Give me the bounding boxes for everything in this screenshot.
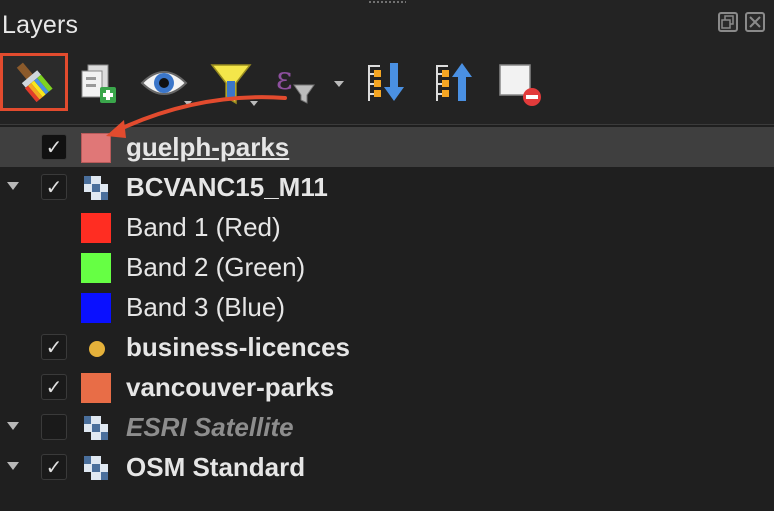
layer-row-esri-satellite[interactable]: ESRI Satellite: [0, 407, 774, 447]
filter-by-expression-button[interactable]: ε: [272, 55, 352, 113]
open-layer-styling-button[interactable]: [0, 53, 68, 111]
collapse-arrow-icon[interactable]: [7, 422, 19, 430]
manage-map-themes-button[interactable]: [138, 55, 196, 113]
layer-visibility-checkbox[interactable]: ✓: [41, 334, 67, 360]
add-group-icon: [81, 64, 116, 103]
close-panel-button[interactable]: [745, 12, 765, 32]
layers-panel: Layers ε ✓ guelph-parks ✓ BCVANC15_M11 B…: [0, 0, 774, 511]
svg-text:ε: ε: [276, 59, 293, 97]
raster-layer-icon: [82, 454, 110, 482]
dock-drag-handle[interactable]: [368, 0, 406, 4]
expand-all-button[interactable]: [362, 55, 414, 113]
raster-layer-icon: [82, 174, 110, 202]
band-color-swatch: [81, 213, 111, 243]
collapse-arrow-icon[interactable]: [7, 182, 19, 190]
band-row-red: Band 1 (Red): [0, 207, 774, 247]
layer-row-bcvanc15-m11[interactable]: ✓ BCVANC15_M11: [0, 167, 774, 207]
layer-visibility-checkbox[interactable]: ✓: [41, 374, 67, 400]
layer-row-osm-standard[interactable]: ✓ OSM Standard: [0, 447, 774, 487]
collapse-all-icon: [436, 63, 472, 101]
expand-all-icon: [368, 63, 404, 101]
layer-name: business-licences: [126, 332, 350, 362]
layer-visibility-checkbox[interactable]: ✓: [41, 134, 67, 160]
add-group-button[interactable]: [76, 55, 124, 113]
float-panel-button[interactable]: [718, 12, 738, 32]
layers-toolbar: ε: [0, 50, 774, 122]
layer-name: vancouver-parks: [126, 372, 335, 402]
layer-name: ESRI Satellite: [126, 412, 294, 442]
close-icon: [749, 16, 761, 28]
band-row-green: Band 2 (Green): [0, 247, 774, 287]
layer-tree: ✓ guelph-parks ✓ BCVANC15_M11 Band 1 (Re…: [0, 124, 774, 511]
eye-icon: [140, 71, 192, 106]
collapse-all-button[interactable]: [430, 55, 482, 113]
polygon-symbol-swatch: [81, 373, 111, 403]
band-label: Band 3 (Blue): [126, 292, 285, 322]
band-color-swatch: [81, 253, 111, 283]
layer-visibility-checkbox[interactable]: [41, 414, 67, 440]
collapse-arrow-icon[interactable]: [7, 462, 19, 470]
point-symbol-icon: [89, 341, 105, 357]
paintbrush-icon: [16, 62, 53, 103]
layer-row-guelph-parks[interactable]: ✓ guelph-parks: [0, 127, 774, 167]
remove-layer-icon: [499, 64, 541, 106]
float-icon: [721, 15, 734, 29]
layer-name: BCVANC15_M11: [126, 172, 328, 202]
expression-filter-icon: ε: [276, 59, 344, 104]
band-row-blue: Band 3 (Blue): [0, 287, 774, 327]
panel-title: Layers: [2, 11, 79, 39]
layer-visibility-checkbox[interactable]: ✓: [41, 454, 67, 480]
layer-name: OSM Standard: [126, 452, 306, 482]
band-label: Band 1 (Red): [126, 212, 281, 242]
filter-icon: [210, 64, 258, 106]
layer-row-business-licences[interactable]: ✓ business-licences: [0, 327, 774, 367]
band-label: Band 2 (Green): [126, 252, 306, 282]
polygon-symbol-swatch: [81, 133, 111, 163]
remove-layer-button[interactable]: [494, 55, 546, 113]
raster-layer-icon: [82, 414, 110, 442]
filter-legend-button[interactable]: [206, 55, 264, 113]
layer-name: guelph-parks: [126, 132, 290, 162]
layer-visibility-checkbox[interactable]: ✓: [41, 174, 67, 200]
layer-row-vancouver-parks[interactable]: ✓ vancouver-parks: [0, 367, 774, 407]
band-color-swatch: [81, 293, 111, 323]
